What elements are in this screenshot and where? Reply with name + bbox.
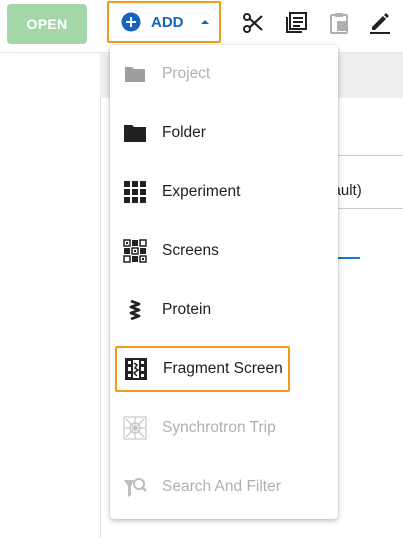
menu-item-label: Search And Filter bbox=[162, 478, 281, 495]
protein-icon bbox=[129, 299, 141, 321]
menu-item-label: Project bbox=[162, 65, 211, 82]
menu-item-label: Experiment bbox=[162, 183, 241, 200]
menu-item-search-and-filter[interactable]: Search And Filter bbox=[114, 464, 334, 510]
folder-icon bbox=[124, 125, 146, 142]
edit-icon[interactable] bbox=[368, 11, 392, 35]
menu-item-label: Screens bbox=[162, 242, 219, 259]
copy-icon[interactable] bbox=[284, 11, 308, 35]
menu-item-label: Fragment Screen bbox=[163, 360, 283, 377]
add-menu: Project Folder Experiment Screens Protei… bbox=[110, 45, 338, 519]
menu-item-fragment-screen[interactable]: Fragment Screen bbox=[115, 346, 290, 392]
menu-item-experiment[interactable]: Experiment bbox=[114, 169, 334, 215]
menu-item-label: Folder bbox=[162, 124, 206, 141]
caret-up-icon bbox=[200, 20, 209, 24]
screens-icon bbox=[123, 239, 147, 263]
add-button-label: ADD bbox=[151, 13, 184, 31]
menu-item-label: Synchrotron Trip bbox=[162, 419, 276, 436]
menu-item-label: Protein bbox=[162, 301, 212, 318]
paste-icon[interactable] bbox=[327, 11, 351, 35]
search-filter-icon bbox=[124, 478, 147, 497]
grid-icon bbox=[124, 181, 146, 203]
scissors-icon[interactable] bbox=[241, 11, 265, 35]
menu-item-protein[interactable]: Protein bbox=[114, 287, 334, 333]
fragment-screen-icon bbox=[125, 358, 147, 380]
menu-item-project[interactable]: Project bbox=[114, 51, 334, 97]
open-button[interactable]: OPEN bbox=[7, 4, 87, 44]
synchrotron-icon bbox=[123, 416, 147, 440]
menu-item-synchrotron-trip[interactable]: Synchrotron Trip bbox=[114, 405, 334, 451]
add-circle-icon bbox=[121, 12, 141, 32]
menu-item-folder[interactable]: Folder bbox=[114, 110, 334, 156]
add-button[interactable]: ADD bbox=[107, 1, 221, 43]
folder-icon bbox=[125, 67, 145, 82]
menu-item-screens[interactable]: Screens bbox=[114, 228, 334, 274]
